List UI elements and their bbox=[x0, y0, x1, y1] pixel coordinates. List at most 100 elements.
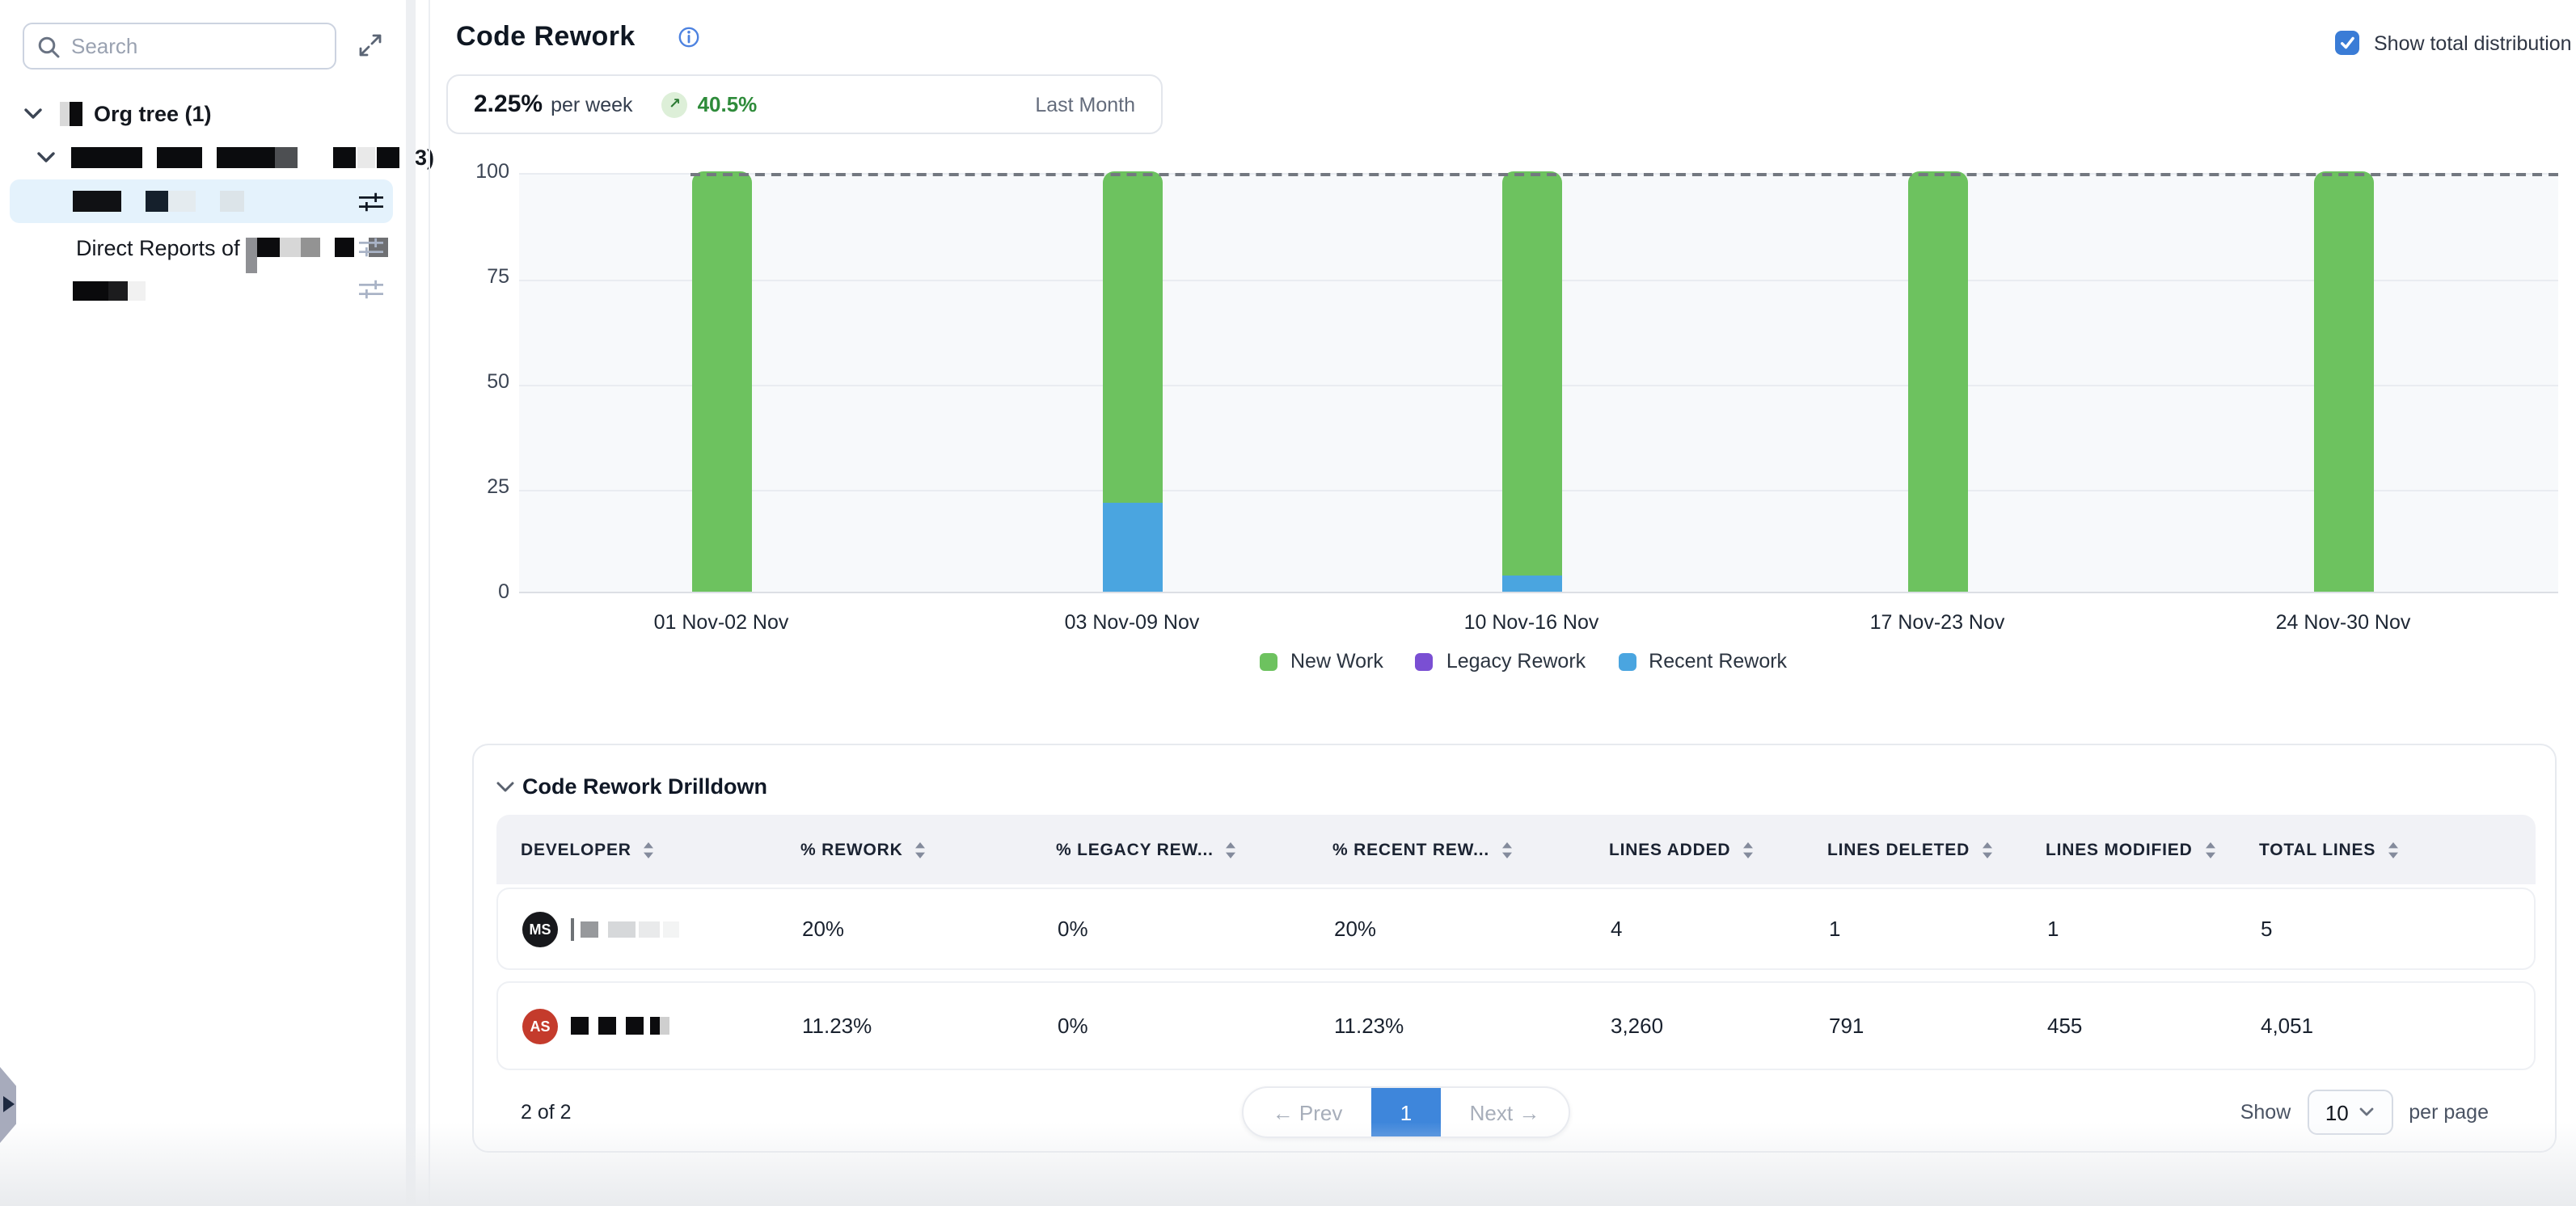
redaction-block bbox=[247, 238, 258, 273]
column-label: LINES ADDED bbox=[1609, 840, 1730, 859]
table-cell: 1 bbox=[1805, 917, 2023, 941]
legend-item-new-work[interactable]: New Work bbox=[1260, 650, 1383, 673]
table-cell: 4 bbox=[1586, 917, 1805, 941]
drilldown-title: Code Rework Drilldown bbox=[522, 774, 767, 799]
redaction-block bbox=[71, 146, 142, 167]
sidebar-item-group[interactable]: (3) bbox=[37, 141, 434, 173]
column-header-rework[interactable]: % REWORK bbox=[800, 840, 1032, 859]
x-tick-label: 24 Nov-30 Nov bbox=[2246, 611, 2440, 634]
next-button[interactable]: Next → bbox=[1441, 1100, 1569, 1124]
table-cell: 20% bbox=[1310, 917, 1586, 941]
bar-segment-recent-rework[interactable] bbox=[1102, 504, 1162, 592]
sidebar-item-direct-reports[interactable]: Direct Reports of bbox=[76, 231, 389, 264]
sort-icon[interactable] bbox=[1225, 840, 1238, 859]
redaction-block bbox=[73, 281, 108, 301]
redaction-block bbox=[258, 238, 281, 257]
legend-swatch bbox=[1618, 652, 1636, 670]
column-header-total-lines[interactable]: TOTAL LINES bbox=[2259, 840, 2536, 859]
bar-segment-new-work[interactable] bbox=[1501, 171, 1561, 575]
table-cell: 20% bbox=[778, 917, 1033, 941]
chevron-down-icon bbox=[2360, 1107, 2375, 1117]
legend-swatch bbox=[1416, 652, 1434, 670]
per-page-label: per page bbox=[2409, 1101, 2489, 1124]
column-label: DEVELOPER bbox=[521, 840, 631, 859]
sidebar-item-org-tree[interactable]: Org tree (1) bbox=[24, 97, 212, 129]
show-total-label[interactable]: Show total distribution bbox=[2374, 32, 2572, 54]
page-title: Code Rework bbox=[456, 21, 636, 53]
sidebar: Org tree (1) (3) Direct Reports of bbox=[0, 0, 406, 1206]
org-tree-label: Org tree (1) bbox=[94, 101, 212, 125]
redaction-block bbox=[660, 1017, 669, 1035]
column-header-lines-modified[interactable]: LINES MODIFIED bbox=[2046, 840, 2235, 859]
column-label: LINES MODIFIED bbox=[2046, 840, 2193, 859]
sort-icon[interactable] bbox=[2387, 840, 2400, 859]
chevron-down-icon[interactable] bbox=[37, 151, 55, 162]
filters-icon[interactable] bbox=[359, 236, 383, 259]
page-size-select[interactable]: 10 bbox=[2307, 1090, 2392, 1135]
x-tick-label: 01 Nov-02 Nov bbox=[624, 611, 818, 634]
show-total-checkbox[interactable] bbox=[2335, 31, 2359, 55]
table-row[interactable]: AS11.23%0%11.23%3,2607914554,051 bbox=[496, 981, 2536, 1070]
direct-reports-label: Direct Reports of bbox=[76, 235, 240, 259]
redaction-block bbox=[608, 921, 636, 937]
page-size-control: Show 10 per page bbox=[2240, 1086, 2489, 1138]
table-cell: 5 bbox=[2236, 917, 2534, 941]
bar-segment-new-work[interactable] bbox=[2313, 171, 2373, 592]
column-header-lines-added[interactable]: LINES ADDED bbox=[1609, 840, 1803, 859]
redaction-block bbox=[108, 281, 128, 301]
legend-item-recent-rework[interactable]: Recent Rework bbox=[1618, 650, 1787, 673]
table-cell: 791 bbox=[1805, 1014, 2023, 1038]
column-label: % LEGACY REW... bbox=[1056, 840, 1214, 859]
filters-icon[interactable] bbox=[359, 191, 383, 213]
drilldown-card: Code Rework Drilldown DEVELOPER % REWORK%… bbox=[472, 744, 2557, 1153]
sort-icon[interactable] bbox=[1501, 840, 1514, 859]
search-input[interactable] bbox=[71, 34, 298, 58]
x-tick-label: 10 Nov-16 Nov bbox=[1434, 611, 1628, 634]
redaction-block bbox=[168, 191, 196, 212]
check-icon bbox=[2338, 34, 2356, 52]
expand-sidebar-icon[interactable] bbox=[357, 32, 383, 58]
y-tick-label: 50 bbox=[437, 370, 509, 393]
legend-item-legacy-rework[interactable]: Legacy Rework bbox=[1416, 650, 1586, 673]
sort-icon[interactable] bbox=[2204, 840, 2217, 859]
column-header-developer[interactable]: DEVELOPER bbox=[521, 840, 776, 859]
sort-icon[interactable] bbox=[1742, 840, 1755, 859]
arrow-left-icon: ← bbox=[1273, 1100, 1294, 1124]
redaction-block bbox=[220, 191, 244, 212]
chart-legend: New Work Legacy Rework Recent Rework bbox=[1260, 650, 1787, 673]
column-label: % REWORK bbox=[800, 840, 903, 859]
prev-button[interactable]: ← Prev bbox=[1244, 1100, 1371, 1124]
sort-icon[interactable] bbox=[914, 840, 927, 859]
sort-icon[interactable] bbox=[1981, 840, 1994, 859]
sort-icon[interactable] bbox=[643, 840, 656, 859]
info-icon[interactable] bbox=[678, 26, 700, 48]
legend-swatch bbox=[1260, 652, 1277, 670]
column-header-recent-rew[interactable]: % RECENT REW... bbox=[1332, 840, 1585, 859]
bar-segment-new-work[interactable] bbox=[691, 171, 751, 592]
triangle-right-icon bbox=[3, 1096, 15, 1112]
filters-icon[interactable] bbox=[359, 278, 383, 301]
redaction-block bbox=[581, 921, 598, 937]
table-row[interactable]: MS20%0%20%4115 bbox=[496, 888, 2536, 970]
org-avatar-redacted bbox=[60, 101, 82, 125]
bar-segment-new-work[interactable] bbox=[1102, 171, 1162, 504]
bar-segment-recent-rework[interactable] bbox=[1501, 575, 1561, 592]
sidebar-scrollbar[interactable] bbox=[406, 0, 416, 1206]
redaction-block bbox=[663, 921, 679, 937]
page-count: 2 of 2 bbox=[521, 1101, 572, 1124]
sidebar-item-third[interactable] bbox=[73, 275, 146, 307]
column-header-legacy-rew[interactable]: % LEGACY REW... bbox=[1056, 840, 1308, 859]
column-header-lines-deleted[interactable]: LINES DELETED bbox=[1827, 840, 2021, 859]
page-1-button[interactable]: 1 bbox=[1371, 1086, 1441, 1138]
bar-segment-new-work[interactable] bbox=[1907, 171, 1967, 592]
legend-label: Legacy Rework bbox=[1446, 650, 1586, 673]
show-total-distribution: Show total distribution bbox=[2335, 31, 2572, 55]
redacted-third-name bbox=[73, 281, 146, 301]
redaction-block bbox=[571, 917, 574, 940]
collapse-chevron-icon[interactable] bbox=[496, 781, 514, 794]
search-box[interactable] bbox=[23, 23, 336, 70]
redaction-block bbox=[302, 238, 321, 257]
redacted-selected-name bbox=[73, 191, 244, 212]
chevron-down-icon[interactable] bbox=[24, 108, 42, 119]
sidebar-item-selected[interactable] bbox=[10, 179, 393, 223]
